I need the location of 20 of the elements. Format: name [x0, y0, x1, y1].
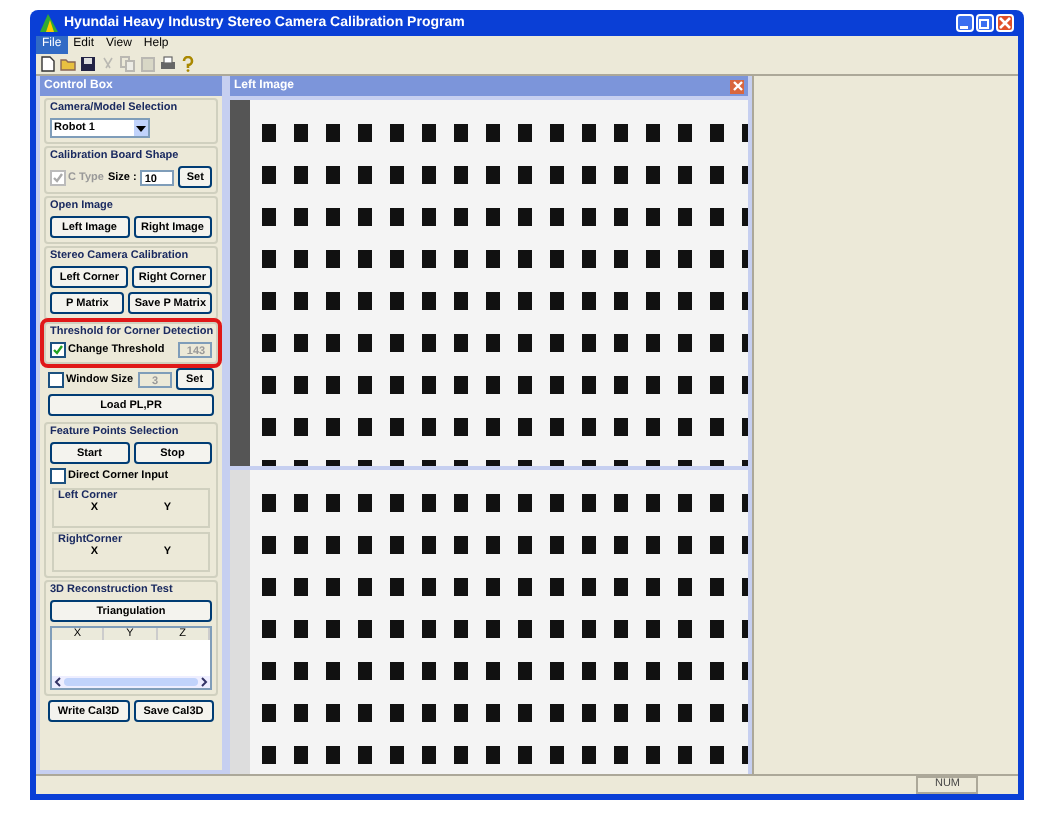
- dropdown-arrow-icon: [136, 125, 146, 131]
- checkmark-icon: [52, 344, 64, 356]
- checkbox-box[interactable]: [48, 371, 64, 387]
- help-icon[interactable]: [180, 56, 196, 72]
- save-icon[interactable]: [80, 56, 96, 72]
- checkbox-box[interactable]: [50, 468, 66, 484]
- restore-icon: [978, 16, 992, 30]
- checkbox-box[interactable]: [50, 342, 66, 358]
- scroll-right-icon[interactable]: [198, 676, 210, 688]
- close-icon: [731, 80, 743, 92]
- app-icon: [40, 14, 58, 32]
- restore-button[interactable]: [976, 14, 994, 32]
- minimize-button[interactable]: [956, 14, 974, 32]
- checkmark-icon: [52, 171, 64, 183]
- close-button[interactable]: [730, 79, 744, 93]
- close-button[interactable]: [996, 14, 1014, 32]
- printer-icon[interactable]: [160, 56, 176, 72]
- close-icon: [998, 16, 1012, 30]
- horizontal-scrollbar[interactable]: [52, 676, 210, 688]
- scroll-left-icon[interactable]: [52, 676, 64, 688]
